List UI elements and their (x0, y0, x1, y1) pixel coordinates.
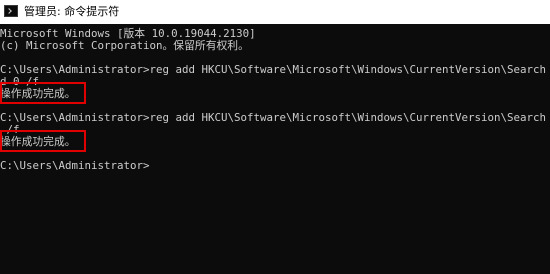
console-line: C:\Users\Administrator>reg add HKCU\Soft… (0, 111, 550, 124)
title-bar[interactable]: 管理员: 命令提示符 (0, 0, 550, 24)
cmd-console-icon (4, 5, 18, 17)
console-prompt: C:\Users\Administrator> (0, 159, 150, 172)
console-line: (c) Microsoft Corporation。保留所有权利。 (0, 39, 249, 52)
console-line: C:\Users\Administrator>reg add HKCU\Soft… (0, 63, 550, 76)
highlight-box-success-2 (0, 130, 86, 152)
console-output[interactable]: Microsoft Windows [版本 10.0.19044.2130] (… (0, 24, 550, 274)
window-title: 管理员: 命令提示符 (24, 5, 120, 18)
highlight-box-success-1 (0, 82, 86, 104)
